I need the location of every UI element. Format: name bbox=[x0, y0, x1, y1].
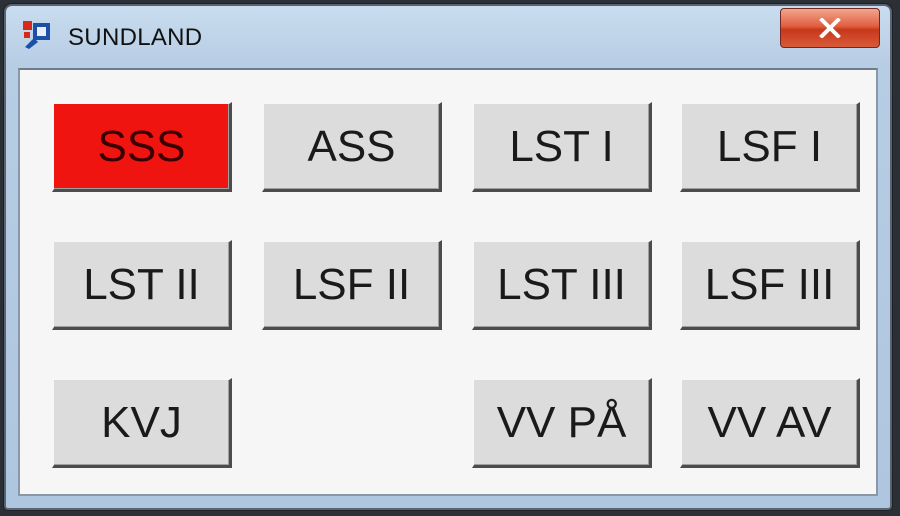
lsf-i-button[interactable]: LSF I bbox=[680, 102, 860, 192]
button-panel: SSS ASS LST I LSF I LST II LSF II LST II… bbox=[18, 68, 878, 496]
lst-ii-button[interactable]: LST II bbox=[52, 240, 232, 330]
window-title: SUNDLAND bbox=[68, 24, 203, 51]
sundland-window: SUNDLAND SSS ASS LST I LSF I LST II LSF … bbox=[4, 4, 892, 510]
vv-pa-button[interactable]: VV PÅ bbox=[472, 378, 652, 468]
kvj-button[interactable]: KVJ bbox=[52, 378, 232, 468]
close-button[interactable] bbox=[780, 8, 880, 48]
close-icon bbox=[819, 18, 841, 38]
vv-av-button[interactable]: VV AV bbox=[680, 378, 860, 468]
ass-button[interactable]: ASS bbox=[262, 102, 442, 192]
app-icon bbox=[22, 20, 52, 50]
lsf-iii-button[interactable]: LSF III bbox=[680, 240, 860, 330]
lst-iii-button[interactable]: LST III bbox=[472, 240, 652, 330]
lst-i-button[interactable]: LST I bbox=[472, 102, 652, 192]
title-bar[interactable]: SUNDLAND bbox=[6, 6, 890, 68]
sss-button[interactable]: SSS bbox=[52, 102, 232, 192]
lsf-ii-button[interactable]: LSF II bbox=[262, 240, 442, 330]
